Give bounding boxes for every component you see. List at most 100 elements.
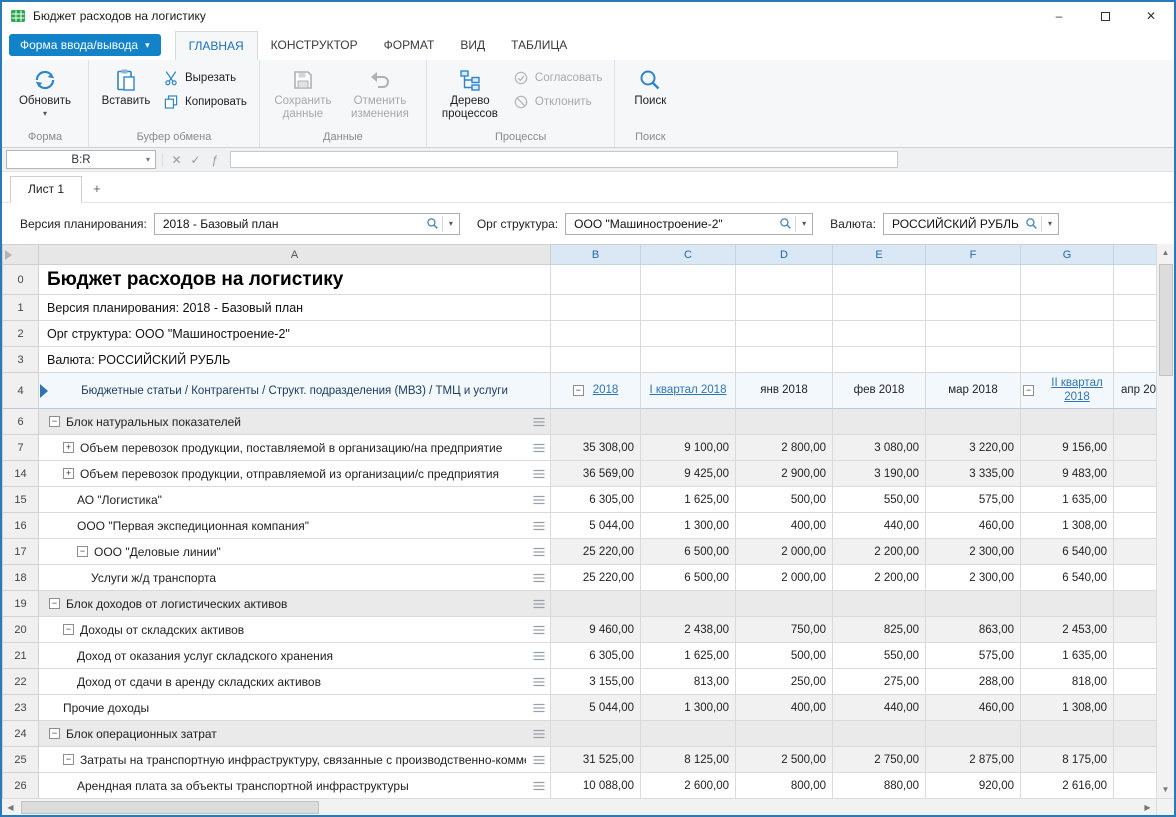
- col-header-G[interactable]: G: [1021, 245, 1114, 265]
- sheet-tab[interactable]: Лист 1: [10, 176, 82, 203]
- col-header-E[interactable]: E: [833, 245, 926, 265]
- tab-main[interactable]: ГЛАВНАЯ: [175, 31, 258, 60]
- search-icon[interactable]: [1022, 217, 1041, 230]
- cell[interactable]: [833, 295, 926, 321]
- horizontal-scrollbar[interactable]: ◀ ▶: [2, 798, 1174, 815]
- version-filter-combo[interactable]: 2018 - Базовый план ▾: [154, 213, 460, 235]
- cell[interactable]: 3 335,00: [926, 461, 1021, 487]
- cell[interactable]: [641, 321, 736, 347]
- row-header[interactable]: 2: [3, 321, 39, 347]
- row-header[interactable]: 6: [3, 409, 39, 435]
- cell[interactable]: [736, 295, 833, 321]
- row-header[interactable]: 21: [3, 643, 39, 669]
- cell[interactable]: 1 300,00: [641, 513, 736, 539]
- period-header-cell[interactable]: −2018: [551, 373, 641, 409]
- cell[interactable]: 2 300,00: [926, 565, 1021, 591]
- cell[interactable]: [736, 265, 833, 295]
- period-header-cell[interactable]: −II квартал 2018: [1021, 373, 1114, 409]
- cell[interactable]: [641, 347, 736, 373]
- cell[interactable]: 440,00: [833, 513, 926, 539]
- row-header[interactable]: 20: [3, 617, 39, 643]
- cell[interactable]: [926, 265, 1021, 295]
- cell[interactable]: 6 305,00: [551, 643, 641, 669]
- row-label-cell[interactable]: −Затраты на транспортную инфраструктуру,…: [39, 747, 551, 773]
- row-filter-icon[interactable]: [533, 573, 545, 583]
- cell[interactable]: 2 438,00: [641, 617, 736, 643]
- row-filter-icon[interactable]: [533, 443, 545, 453]
- report-info-cell[interactable]: Версия планирования: 2018 - Базовый план: [39, 295, 551, 321]
- cell[interactable]: 2 875,00: [926, 747, 1021, 773]
- expand-icon[interactable]: +: [63, 468, 74, 479]
- cell[interactable]: 5 044,00: [551, 695, 641, 721]
- cell[interactable]: [551, 409, 641, 435]
- cell[interactable]: 6 500,00: [641, 565, 736, 591]
- collapse-icon[interactable]: −: [77, 546, 88, 557]
- cell[interactable]: 2 600,00: [641, 773, 736, 798]
- cell[interactable]: [926, 409, 1021, 435]
- cell[interactable]: 2 000,00: [736, 565, 833, 591]
- cell[interactable]: 3 220,00: [926, 435, 1021, 461]
- cell[interactable]: 9 425,00: [641, 461, 736, 487]
- io-form-button[interactable]: Форма ввода/вывода ▾: [9, 34, 161, 56]
- cell[interactable]: [1114, 435, 1156, 461]
- cell[interactable]: [1021, 409, 1114, 435]
- search-icon[interactable]: [776, 217, 795, 230]
- period-header-cell[interactable]: I квартал 2018: [641, 373, 736, 409]
- cell[interactable]: [1114, 265, 1156, 295]
- cell[interactable]: [1114, 461, 1156, 487]
- cell[interactable]: [833, 721, 926, 747]
- row-label-cell[interactable]: −Блок доходов от логистических активов: [39, 591, 551, 617]
- cell[interactable]: 25 220,00: [551, 539, 641, 565]
- row-header[interactable]: 26: [3, 773, 39, 798]
- cell[interactable]: 440,00: [833, 695, 926, 721]
- row-header[interactable]: 17: [3, 539, 39, 565]
- cell[interactable]: [641, 295, 736, 321]
- cell[interactable]: [833, 591, 926, 617]
- cell[interactable]: 6 305,00: [551, 487, 641, 513]
- cell[interactable]: 288,00: [926, 669, 1021, 695]
- cell[interactable]: 800,00: [736, 773, 833, 798]
- cell[interactable]: [1114, 487, 1156, 513]
- cell[interactable]: 500,00: [736, 643, 833, 669]
- cell[interactable]: 1 300,00: [641, 695, 736, 721]
- cell[interactable]: 460,00: [926, 695, 1021, 721]
- cell[interactable]: 3 080,00: [833, 435, 926, 461]
- search-icon[interactable]: [423, 217, 442, 230]
- cell[interactable]: 2 900,00: [736, 461, 833, 487]
- cell[interactable]: [1114, 669, 1156, 695]
- cell[interactable]: [1114, 347, 1156, 373]
- cell[interactable]: 9 460,00: [551, 617, 641, 643]
- cell[interactable]: [736, 721, 833, 747]
- tab-view[interactable]: ВИД: [447, 31, 498, 59]
- cell[interactable]: [1114, 539, 1156, 565]
- org-filter-combo[interactable]: ООО "Машиностроение-2" ▾: [565, 213, 813, 235]
- row-label-cell[interactable]: −Доходы от складских активов: [39, 617, 551, 643]
- cell[interactable]: 550,00: [833, 643, 926, 669]
- cell[interactable]: 400,00: [736, 695, 833, 721]
- cell[interactable]: 2 000,00: [736, 539, 833, 565]
- cell[interactable]: 8 125,00: [641, 747, 736, 773]
- period-link[interactable]: I квартал 2018: [650, 384, 727, 397]
- select-all-corner[interactable]: [3, 245, 39, 265]
- cell[interactable]: 2 800,00: [736, 435, 833, 461]
- copy-button[interactable]: Копировать: [157, 94, 253, 110]
- cell[interactable]: [1114, 773, 1156, 798]
- cell[interactable]: 36 569,00: [551, 461, 641, 487]
- row-header[interactable]: 16: [3, 513, 39, 539]
- row-header[interactable]: 0: [3, 265, 39, 295]
- name-box[interactable]: B:R ▾: [6, 150, 156, 169]
- collapse-icon[interactable]: −: [63, 754, 74, 765]
- row-header[interactable]: 14: [3, 461, 39, 487]
- cell[interactable]: [551, 591, 641, 617]
- cell[interactable]: [926, 321, 1021, 347]
- row-filter-icon[interactable]: [533, 599, 545, 609]
- row-label-cell[interactable]: Арендная плата за объекты транспортной и…: [39, 773, 551, 798]
- cell[interactable]: 813,00: [641, 669, 736, 695]
- cell[interactable]: 1 308,00: [1021, 513, 1114, 539]
- cell[interactable]: [551, 347, 641, 373]
- period-link[interactable]: 2018: [593, 384, 619, 397]
- cell[interactable]: [1114, 617, 1156, 643]
- cell[interactable]: 6 500,00: [641, 539, 736, 565]
- row-filter-icon[interactable]: [533, 495, 545, 505]
- cell[interactable]: [1021, 321, 1114, 347]
